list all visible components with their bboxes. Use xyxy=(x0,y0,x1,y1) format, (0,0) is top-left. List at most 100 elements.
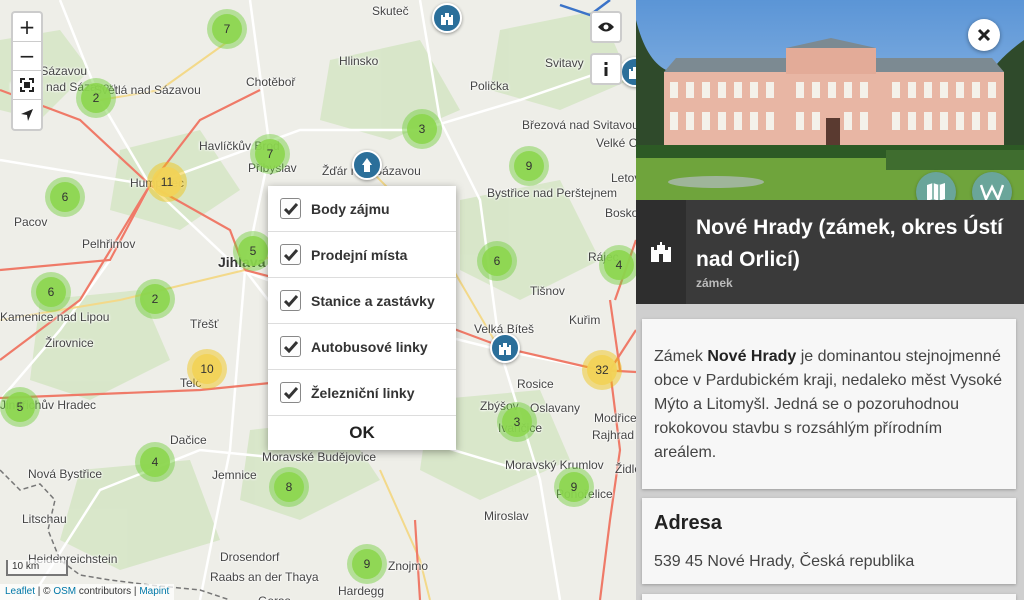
marker-cluster[interactable]: 9 xyxy=(554,467,594,507)
checkbox[interactable] xyxy=(280,336,301,357)
address-heading: Adresa xyxy=(654,512,722,534)
marker-cluster[interactable]: 2 xyxy=(135,279,175,319)
town-label: Polička xyxy=(470,79,509,93)
marker-cluster[interactable]: 7 xyxy=(207,9,247,49)
check-icon xyxy=(283,294,298,307)
attribution-sep: | © xyxy=(35,586,54,597)
map-attribution: Leaflet | © OSM contributors | Mapint xyxy=(0,584,175,600)
town-label: Tišnov xyxy=(530,284,565,298)
cluster-count: 3 xyxy=(407,114,437,144)
marker-cluster[interactable]: 7 xyxy=(250,134,290,174)
marker-cluster[interactable]: 9 xyxy=(509,146,549,186)
layer-label: Autobusové linky xyxy=(311,338,428,355)
checkbox[interactable] xyxy=(280,244,301,265)
poi-marker[interactable] xyxy=(352,150,382,180)
marker-cluster[interactable]: 11 xyxy=(147,162,187,202)
marker-cluster[interactable]: 10 xyxy=(187,349,227,389)
cluster-count: 5 xyxy=(5,392,35,422)
marker-cluster[interactable]: 2 xyxy=(76,78,116,118)
checkbox[interactable] xyxy=(280,198,301,219)
layer-label: Železniční linky xyxy=(311,384,415,401)
fullscreen-button[interactable] xyxy=(13,71,41,100)
cluster-count: 9 xyxy=(352,549,382,579)
address-text: 539 45 Nové Hrady, Česká republika xyxy=(654,553,915,570)
layer-toggle[interactable]: Prodejní místa xyxy=(268,232,456,278)
mapint-link[interactable]: Mapint xyxy=(139,586,169,597)
locate-button[interactable] xyxy=(13,100,41,129)
town-label: Miroslav xyxy=(484,509,529,523)
leaflet-link[interactable]: Leaflet xyxy=(5,586,35,597)
layers-popup: Body zájmu Prodejní místa Stanice a zast… xyxy=(268,186,456,450)
cluster-count: 5 xyxy=(238,236,268,266)
layer-toggle[interactable]: Body zájmu xyxy=(268,186,456,232)
cluster-count: 11 xyxy=(152,167,182,197)
layer-toggle[interactable]: Autobusové linky xyxy=(268,324,456,370)
marker-cluster[interactable]: 4 xyxy=(599,245,636,285)
attribution-contributors: contributors xyxy=(76,586,132,597)
layer-toggle[interactable]: Stanice a zastávky xyxy=(268,278,456,324)
marker-cluster[interactable]: 5 xyxy=(233,231,273,271)
checkbox[interactable] xyxy=(280,382,301,403)
marker-cluster[interactable]: 3 xyxy=(402,109,442,149)
description-before: Zámek xyxy=(654,348,708,365)
check-icon xyxy=(283,340,298,353)
cluster-count: 6 xyxy=(36,277,66,307)
cluster-count: 7 xyxy=(212,14,242,44)
close-button[interactable] xyxy=(968,19,1000,51)
cluster-count: 3 xyxy=(502,407,532,437)
place-category: zámek xyxy=(696,276,733,290)
town-label: Boskovice xyxy=(605,206,636,220)
marker-cluster[interactable]: 3 xyxy=(497,402,537,442)
layer-label: Prodejní místa xyxy=(311,246,408,263)
checkbox[interactable] xyxy=(280,290,301,311)
detail-sidebar: Nové Hrady (zámek, okres Ústí nad Orlicí… xyxy=(636,0,1024,600)
visibility-button[interactable] xyxy=(590,11,622,43)
cluster-count: 7 xyxy=(255,139,285,169)
marker-cluster[interactable]: 6 xyxy=(31,272,71,312)
description-card: Zámek Nové Hrady je dominantou stejnojme… xyxy=(642,319,1016,489)
marker-cluster[interactable]: 4 xyxy=(135,442,175,482)
castle-photo xyxy=(636,0,1024,200)
marker-cluster[interactable]: 5 xyxy=(0,387,40,427)
osm-link[interactable]: OSM xyxy=(53,586,76,597)
town-label: Dačice xyxy=(170,433,207,447)
castle-marker-selected[interactable] xyxy=(490,333,520,363)
marker-cluster[interactable]: 6 xyxy=(477,241,517,281)
map-controls: + − xyxy=(11,11,43,131)
ok-button[interactable]: OK xyxy=(268,416,456,450)
marker-cluster[interactable]: 9 xyxy=(347,544,387,584)
map[interactable]: Skuteč nad Sázavou Ledeč nad Sázavou Světlá… xyxy=(0,0,636,600)
town-label: Třešť xyxy=(190,317,219,331)
town-label: Litschau xyxy=(22,512,67,526)
cluster-count: 32 xyxy=(587,355,617,385)
church-icon xyxy=(362,158,372,172)
cluster-count: 10 xyxy=(192,354,222,384)
town-label: Chotěboř xyxy=(246,75,296,89)
castle-marker[interactable] xyxy=(432,3,462,33)
marker-cluster[interactable]: 8 xyxy=(269,467,309,507)
marker-cluster[interactable]: 6 xyxy=(45,177,85,217)
cluster-count: 9 xyxy=(559,472,589,502)
cluster-count: 9 xyxy=(514,151,544,181)
town-label: Jemnice xyxy=(212,468,257,482)
info-button[interactable] xyxy=(590,53,622,85)
town-label: Drosendorf xyxy=(220,550,280,564)
town-label: Pelhřimov xyxy=(82,237,136,251)
marker-cluster[interactable]: 32 xyxy=(582,350,622,390)
castle-icon xyxy=(629,67,636,79)
town-label: Znojmo xyxy=(388,559,429,573)
wikipedia-icon xyxy=(980,184,1004,201)
next-card xyxy=(642,594,1016,600)
town-label: Velké Opatovice xyxy=(596,136,636,150)
castle-category-icon xyxy=(636,200,686,304)
check-icon xyxy=(283,248,298,261)
town-label: Moravský Krumlov xyxy=(505,458,604,472)
town-label: Svitavy xyxy=(545,56,584,70)
layer-toggle[interactable]: Železniční linky xyxy=(268,370,456,416)
town-label: Rajhrad xyxy=(592,428,635,442)
info-icon xyxy=(604,62,608,76)
town-label: Skuteč xyxy=(372,4,409,18)
zoom-out-button[interactable]: − xyxy=(13,42,41,71)
cluster-count: 4 xyxy=(140,447,170,477)
zoom-in-button[interactable]: + xyxy=(13,13,41,42)
